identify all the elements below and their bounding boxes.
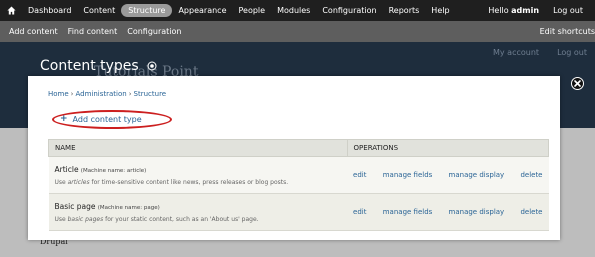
edit-link[interactable]: edit [353,208,366,216]
content-type-name: Basic page [54,201,96,211]
home-icon[interactable] [0,6,22,15]
manage-fields-link[interactable]: manage fields [383,171,433,179]
delete-link[interactable]: delete [520,208,542,216]
admin-toolbar: Dashboard Content Structure Appearance P… [0,0,595,21]
toolbar-item-reports[interactable]: Reports [383,6,426,15]
shortcut-configuration[interactable]: Configuration [122,27,186,36]
manage-display-link[interactable]: manage display [449,208,505,216]
operations-cell: edit manage fields manage display delete [347,193,549,231]
content-type-name: Article [54,164,79,174]
column-header-operations: OPERATIONS [346,139,550,157]
breadcrumb-separator: › [70,90,74,98]
toolbar-item-content[interactable]: Content [77,6,121,15]
plus-icon: + [60,114,68,124]
content-types-table: NAME OPERATIONS Article (Machine name: a… [48,139,550,231]
greeting-text: Hello [488,6,509,15]
close-icon[interactable] [571,77,584,90]
table-row: Basic page (Machine name: page) Use basi… [48,193,549,231]
add-content-type-link[interactable]: + Add content type [60,114,142,124]
content-type-description: Use basic pages for your static content,… [54,215,259,223]
toolbar-item-people[interactable]: People [233,6,272,15]
my-account-link[interactable]: My account [493,48,539,57]
name-cell: Article (Machine name: article) Use arti… [48,156,348,194]
site-user-links: My account Log out [493,48,587,57]
toolbar-item-modules[interactable]: Modules [271,6,316,15]
machine-name: (Machine name: article) [80,167,147,174]
toolbar-item-configuration[interactable]: Configuration [316,6,382,15]
overlay-title: Content types [40,58,157,74]
breadcrumb-separator: › [128,90,132,98]
toolbar-item-dashboard[interactable]: Dashboard [22,6,77,15]
manage-display-link[interactable]: manage display [449,171,505,179]
edit-link[interactable]: edit [353,171,366,179]
machine-name: (Machine name: page) [97,204,160,211]
username-link[interactable]: admin [511,6,539,15]
add-shortcut-icon[interactable] [147,61,157,71]
greeting: Hello admin [482,6,545,15]
manage-fields-link[interactable]: manage fields [383,208,433,216]
overlay-dialog: Home › Administration › Structure + Add cont… [28,76,560,240]
add-content-type-label: Add content type [72,114,142,124]
breadcrumb-structure[interactable]: Structure [134,90,167,98]
toolbar-user-area: Hello admin Log out [482,6,595,15]
page-title: Content types [40,58,139,74]
breadcrumb-home[interactable]: Home [48,90,69,98]
toolbar-item-appearance[interactable]: Appearance [172,6,232,15]
delete-link[interactable]: delete [520,171,542,179]
shortcut-add-content[interactable]: Add content [0,27,63,36]
site-logout-link[interactable]: Log out [557,48,587,57]
content-type-description: Use articles for time-sensitive content … [54,178,289,186]
breadcrumb: Home › Administration › Structure [48,90,166,98]
shortcut-find-content[interactable]: Find content [63,27,123,36]
edit-shortcuts-link[interactable]: Edit shortcuts [540,27,595,36]
toolbar-item-structure[interactable]: Structure [121,4,173,17]
name-cell: Basic page (Machine name: page) Use basi… [48,193,348,231]
table-row: Article (Machine name: article) Use arti… [48,156,549,194]
operations-cell: edit manage fields manage display delete [347,156,549,194]
column-header-name: NAME [48,139,348,157]
table-header-row: NAME OPERATIONS [48,139,550,157]
toolbar-item-help[interactable]: Help [425,6,455,15]
breadcrumb-administration[interactable]: Administration [75,90,126,98]
shortcuts-bar: Add content Find content Configuration E… [0,21,595,42]
logout-link[interactable]: Log out [545,6,595,15]
